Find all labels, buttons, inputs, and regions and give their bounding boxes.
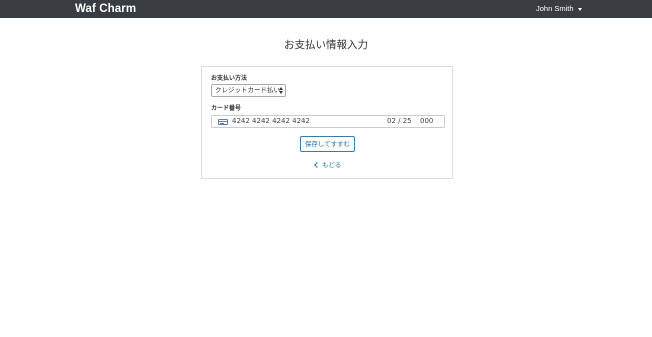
page-title: お支払い情報入力	[284, 39, 368, 51]
brand-logo[interactable]: Waf Charm	[75, 2, 136, 16]
back-link-label: もどる	[322, 161, 342, 169]
user-menu[interactable]: John Smith	[536, 3, 582, 15]
card-expiry-value[interactable]: 02 / 25	[387, 116, 412, 127]
payment-method-value: クレジットカード払い	[215, 86, 280, 94]
credit-card-icon	[218, 119, 228, 125]
save-and-continue-button[interactable]: 保存してすすむ	[300, 136, 355, 152]
chevron-left-icon	[314, 162, 320, 168]
caret-down-icon	[577, 7, 582, 11]
card-cvc-value[interactable]: 000	[420, 116, 433, 127]
user-name: John Smith	[536, 4, 574, 13]
payment-method-label: お支払い方法	[211, 75, 248, 82]
card-number-label: カード番号	[211, 105, 242, 112]
card-input-field[interactable]: 4242 4242 4242 4242 02 / 25 000	[211, 115, 445, 128]
top-navbar: Waf Charm John Smith	[0, 0, 652, 18]
card-number-value[interactable]: 4242 4242 4242 4242	[232, 116, 310, 127]
select-arrows-icon	[279, 87, 283, 95]
payment-method-select[interactable]: クレジットカード払い	[211, 84, 286, 97]
back-link[interactable]: もどる	[314, 160, 342, 170]
payment-form-panel: お支払い方法 クレジットカード払い カード番号 4242 4242 4242 4…	[201, 66, 453, 179]
